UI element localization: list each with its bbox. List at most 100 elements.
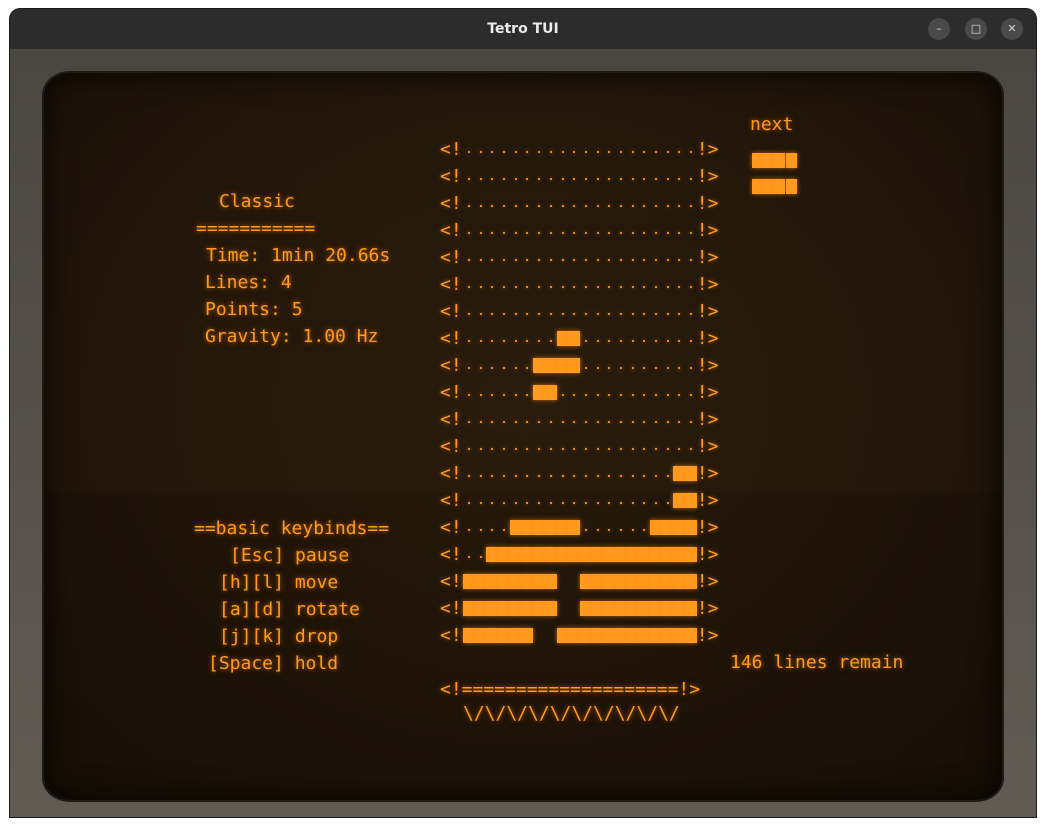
- empty-cell: [580, 325, 592, 352]
- filled-cell: [521, 514, 533, 541]
- empty-cell: [662, 298, 674, 325]
- empty-cell: [580, 433, 592, 460]
- filled-cell: [685, 460, 697, 487]
- filled-cell: [474, 568, 487, 595]
- empty-cell: [638, 325, 650, 352]
- board-row: <! !>: [440, 217, 720, 244]
- filled-cell: [603, 622, 615, 649]
- empty-cell: [627, 190, 639, 217]
- filled-cell: [673, 568, 685, 595]
- empty-cell: [580, 487, 592, 514]
- board-left-wall: <!: [440, 490, 462, 511]
- filled-cell: [486, 622, 498, 649]
- filled-cell: [685, 514, 697, 541]
- empty-cell: [673, 433, 685, 460]
- board-left-wall: <!: [440, 274, 462, 295]
- board-row: <! !>: [440, 163, 720, 190]
- empty-cell: [603, 217, 615, 244]
- empty-cell: [615, 136, 627, 163]
- empty-cell: [592, 352, 604, 379]
- empty-cell: [580, 163, 592, 190]
- filled-cell: [533, 568, 545, 595]
- board-right-wall: !>: [696, 517, 719, 538]
- empty-cell: [685, 244, 697, 271]
- board-row: <! !>: [440, 190, 720, 217]
- empty-cell: [521, 352, 533, 379]
- empty-cell: [592, 244, 604, 271]
- empty-cell: [498, 325, 510, 352]
- empty-cell: [615, 217, 627, 244]
- window-title: Tetro TUI: [487, 21, 559, 37]
- empty-cell: [557, 271, 569, 298]
- filled-cell: [673, 595, 685, 622]
- filled-cell: [673, 514, 685, 541]
- filled-cell: [509, 568, 522, 595]
- filled-cell: [463, 568, 475, 595]
- empty-cell: [463, 352, 475, 379]
- empty-cell: [650, 325, 662, 352]
- empty-cell: [603, 352, 615, 379]
- empty-cell: [580, 352, 592, 379]
- empty-cell: [486, 244, 498, 271]
- empty-cell: [486, 217, 498, 244]
- filled-cell: [579, 595, 592, 622]
- filled-cell: [638, 568, 650, 595]
- filled-cell: [661, 595, 674, 622]
- filled-cell: [556, 325, 569, 352]
- next-piece-cell: [774, 153, 786, 168]
- empty-cell: [533, 217, 545, 244]
- empty-cell: [557, 595, 569, 622]
- board-right-wall: !>: [696, 490, 719, 511]
- empty-cell: [627, 163, 639, 190]
- empty-cell: [545, 244, 557, 271]
- empty-cell: [498, 352, 510, 379]
- board-left-wall: <!: [440, 517, 462, 538]
- empty-cell: [603, 325, 615, 352]
- empty-cell: [685, 352, 697, 379]
- empty-cell: [592, 298, 604, 325]
- empty-cell: [486, 190, 498, 217]
- empty-cell: [498, 433, 510, 460]
- filled-cell: [509, 622, 522, 649]
- empty-cell: [521, 217, 533, 244]
- empty-cell: [615, 298, 627, 325]
- close-button[interactable]: ✕: [1001, 18, 1023, 40]
- board-row: <! !>: [440, 622, 720, 649]
- board-left-wall: <!: [440, 598, 462, 619]
- empty-cell: [673, 244, 685, 271]
- empty-cell: [510, 217, 522, 244]
- empty-cell: [498, 379, 510, 406]
- empty-cell: [463, 379, 475, 406]
- board-row: <! !>: [440, 379, 720, 406]
- crt-screen: Classic =========== Time: 1min 20.66s Li…: [44, 73, 1002, 800]
- empty-cell: [685, 163, 697, 190]
- empty-cell: [592, 163, 604, 190]
- empty-cell: [592, 406, 604, 433]
- empty-cell: [475, 379, 487, 406]
- empty-cell: [545, 298, 557, 325]
- empty-cell: [557, 406, 569, 433]
- empty-cell: [533, 244, 545, 271]
- board-right-wall: !>: [696, 247, 719, 268]
- empty-cell: [498, 487, 510, 514]
- empty-cell: [615, 487, 627, 514]
- empty-cell: [603, 271, 615, 298]
- empty-cell: [638, 514, 650, 541]
- empty-cell: [533, 298, 545, 325]
- empty-cell: [545, 190, 557, 217]
- board-left-wall: <!: [440, 355, 462, 376]
- empty-cell: [615, 325, 627, 352]
- empty-cell: [685, 379, 697, 406]
- empty-cell: [557, 433, 569, 460]
- filled-cell: [685, 487, 697, 514]
- board-right-wall: !>: [696, 436, 719, 457]
- maximize-button[interactable]: □: [965, 18, 987, 40]
- empty-cell: [521, 487, 533, 514]
- empty-cell: [463, 514, 475, 541]
- empty-cell: [510, 244, 522, 271]
- filled-cell: [650, 541, 662, 568]
- empty-cell: [638, 487, 650, 514]
- minimize-button[interactable]: –: [928, 18, 950, 40]
- empty-cell: [521, 298, 533, 325]
- empty-cell: [557, 217, 569, 244]
